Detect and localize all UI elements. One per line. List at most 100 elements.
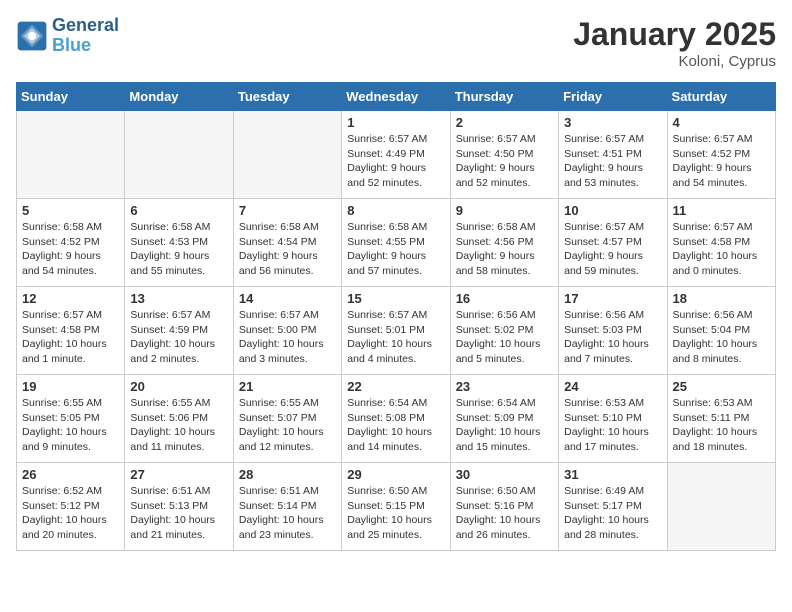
day-info: Sunrise: 6:57 AM Sunset: 4:57 PM Dayligh… — [564, 220, 661, 279]
day-number: 7 — [239, 203, 336, 218]
day-cell: 6 Sunrise: 6:58 AM Sunset: 4:53 PM Daylig… — [125, 199, 233, 287]
day-cell: 9Sunrise: 6:58 AM Sunset: 4:56 PM Daylig… — [450, 199, 558, 287]
day-header-saturday: Saturday — [667, 83, 775, 111]
day-cell: 7 Sunrise: 6:58 AM Sunset: 4:54 PM Daylig… — [233, 199, 341, 287]
day-cell: 12 Sunrise: 6:57 AM Sunset: 4:58 PM Dayli… — [17, 287, 125, 375]
day-cell: 28 Sunrise: 6:51 AM Sunset: 5:14 PM Dayli… — [233, 463, 341, 551]
day-number: 21 — [239, 379, 336, 394]
day-cell: 26Sunrise: 6:52 AM Sunset: 5:12 PM Dayli… — [17, 463, 125, 551]
day-info: Sunrise: 6:57 AM Sunset: 5:00 PM Dayligh… — [239, 308, 336, 367]
day-number: 26 — [22, 467, 119, 482]
day-info: Sunrise: 6:57 AM Sunset: 4:58 PM Dayligh… — [673, 220, 770, 279]
day-cell: 11 Sunrise: 6:57 AM Sunset: 4:58 PM Dayli… — [667, 199, 775, 287]
day-info: Sunrise: 6:49 AM Sunset: 5:17 PM Dayligh… — [564, 484, 661, 543]
day-number: 29 — [347, 467, 444, 482]
day-number: 8 — [347, 203, 444, 218]
day-cell: 17Sunrise: 6:56 AM Sunset: 5:03 PM Dayli… — [559, 287, 667, 375]
day-info: Sunrise: 6:53 AM Sunset: 5:10 PM Dayligh… — [564, 396, 661, 455]
day-cell: 14 Sunrise: 6:57 AM Sunset: 5:00 PM Dayli… — [233, 287, 341, 375]
day-number: 5 — [22, 203, 119, 218]
day-cell: 30 Sunrise: 6:50 AM Sunset: 5:16 PM Dayli… — [450, 463, 558, 551]
day-cell: 3Sunrise: 6:57 AM Sunset: 4:51 PM Daylig… — [559, 111, 667, 199]
day-number: 22 — [347, 379, 444, 394]
day-info: Sunrise: 6:58 AM Sunset: 4:53 PM Dayligh… — [130, 220, 227, 279]
day-number: 11 — [673, 203, 770, 218]
logo: General Blue — [16, 16, 119, 56]
day-header-thursday: Thursday — [450, 83, 558, 111]
day-info: Sunrise: 6:51 AM Sunset: 5:14 PM Dayligh… — [239, 484, 336, 543]
day-info: Sunrise: 6:57 AM Sunset: 4:58 PM Dayligh… — [22, 308, 119, 367]
day-number: 20 — [130, 379, 227, 394]
day-cell: 29 Sunrise: 6:50 AM Sunset: 5:15 PM Dayli… — [342, 463, 450, 551]
day-info: Sunrise: 6:57 AM Sunset: 4:50 PM Dayligh… — [456, 132, 553, 191]
week-row-2: 12 Sunrise: 6:57 AM Sunset: 4:58 PM Dayli… — [17, 287, 776, 375]
location: Koloni, Cyprus — [573, 53, 776, 70]
day-info: Sunrise: 6:55 AM Sunset: 5:05 PM Dayligh… — [22, 396, 119, 455]
day-cell: 19 Sunrise: 6:55 AM Sunset: 5:05 PM Dayli… — [17, 375, 125, 463]
week-row-1: 5Sunrise: 6:58 AM Sunset: 4:52 PM Daylig… — [17, 199, 776, 287]
day-cell: 24Sunrise: 6:53 AM Sunset: 5:10 PM Dayli… — [559, 375, 667, 463]
day-cell: 10 Sunrise: 6:57 AM Sunset: 4:57 PM Dayli… — [559, 199, 667, 287]
day-info: Sunrise: 6:50 AM Sunset: 5:15 PM Dayligh… — [347, 484, 444, 543]
day-info: Sunrise: 6:57 AM Sunset: 4:49 PM Dayligh… — [347, 132, 444, 191]
day-cell — [17, 111, 125, 199]
day-cell: 18 Sunrise: 6:56 AM Sunset: 5:04 PM Dayli… — [667, 287, 775, 375]
day-header-sunday: Sunday — [17, 83, 125, 111]
week-row-4: 26Sunrise: 6:52 AM Sunset: 5:12 PM Dayli… — [17, 463, 776, 551]
page-header: General Blue January 2025 Koloni, Cyprus — [16, 16, 776, 70]
day-header-monday: Monday — [125, 83, 233, 111]
logo-blue: Blue — [52, 36, 119, 56]
day-info: Sunrise: 6:58 AM Sunset: 4:54 PM Dayligh… — [239, 220, 336, 279]
day-number: 23 — [456, 379, 553, 394]
month-title: January 2025 — [573, 16, 776, 53]
title-block: January 2025 Koloni, Cyprus — [573, 16, 776, 70]
day-number: 30 — [456, 467, 553, 482]
day-info: Sunrise: 6:56 AM Sunset: 5:04 PM Dayligh… — [673, 308, 770, 367]
day-cell: 27 Sunrise: 6:51 AM Sunset: 5:13 PM Dayli… — [125, 463, 233, 551]
day-number: 10 — [564, 203, 661, 218]
day-number: 2 — [456, 115, 553, 130]
day-info: Sunrise: 6:54 AM Sunset: 5:09 PM Dayligh… — [456, 396, 553, 455]
day-info: Sunrise: 6:54 AM Sunset: 5:08 PM Dayligh… — [347, 396, 444, 455]
day-header-wednesday: Wednesday — [342, 83, 450, 111]
day-number: 4 — [673, 115, 770, 130]
day-number: 12 — [22, 291, 119, 306]
day-info: Sunrise: 6:56 AM Sunset: 5:02 PM Dayligh… — [456, 308, 553, 367]
day-cell: 21 Sunrise: 6:55 AM Sunset: 5:07 PM Dayli… — [233, 375, 341, 463]
day-cell: 1 Sunrise: 6:57 AM Sunset: 4:49 PM Daylig… — [342, 111, 450, 199]
day-number: 1 — [347, 115, 444, 130]
day-info: Sunrise: 6:53 AM Sunset: 5:11 PM Dayligh… — [673, 396, 770, 455]
day-cell: 4 Sunrise: 6:57 AM Sunset: 4:52 PM Daylig… — [667, 111, 775, 199]
day-number: 17 — [564, 291, 661, 306]
day-number: 13 — [130, 291, 227, 306]
day-cell: 22 Sunrise: 6:54 AM Sunset: 5:08 PM Dayli… — [342, 375, 450, 463]
day-cell: 5Sunrise: 6:58 AM Sunset: 4:52 PM Daylig… — [17, 199, 125, 287]
day-number: 19 — [22, 379, 119, 394]
day-cell: 15Sunrise: 6:57 AM Sunset: 5:01 PM Dayli… — [342, 287, 450, 375]
day-info: Sunrise: 6:57 AM Sunset: 4:51 PM Dayligh… — [564, 132, 661, 191]
day-cell — [125, 111, 233, 199]
day-cell: 25Sunrise: 6:53 AM Sunset: 5:11 PM Dayli… — [667, 375, 775, 463]
day-info: Sunrise: 6:50 AM Sunset: 5:16 PM Dayligh… — [456, 484, 553, 543]
day-info: Sunrise: 6:57 AM Sunset: 4:52 PM Dayligh… — [673, 132, 770, 191]
day-info: Sunrise: 6:55 AM Sunset: 5:07 PM Dayligh… — [239, 396, 336, 455]
day-info: Sunrise: 6:51 AM Sunset: 5:13 PM Dayligh… — [130, 484, 227, 543]
day-header-tuesday: Tuesday — [233, 83, 341, 111]
logo-general: General — [52, 16, 119, 36]
logo-icon — [16, 20, 48, 52]
day-info: Sunrise: 6:55 AM Sunset: 5:06 PM Dayligh… — [130, 396, 227, 455]
day-number: 15 — [347, 291, 444, 306]
day-number: 14 — [239, 291, 336, 306]
day-header-friday: Friday — [559, 83, 667, 111]
day-number: 31 — [564, 467, 661, 482]
header-row: SundayMondayTuesdayWednesdayThursdayFrid… — [17, 83, 776, 111]
day-cell: 13 Sunrise: 6:57 AM Sunset: 4:59 PM Dayli… — [125, 287, 233, 375]
day-cell: 23 Sunrise: 6:54 AM Sunset: 5:09 PM Dayli… — [450, 375, 558, 463]
day-cell: 8Sunrise: 6:58 AM Sunset: 4:55 PM Daylig… — [342, 199, 450, 287]
week-row-3: 19 Sunrise: 6:55 AM Sunset: 5:05 PM Dayli… — [17, 375, 776, 463]
day-number: 27 — [130, 467, 227, 482]
day-number: 18 — [673, 291, 770, 306]
day-info: Sunrise: 6:57 AM Sunset: 4:59 PM Dayligh… — [130, 308, 227, 367]
day-number: 28 — [239, 467, 336, 482]
day-number: 6 — [130, 203, 227, 218]
